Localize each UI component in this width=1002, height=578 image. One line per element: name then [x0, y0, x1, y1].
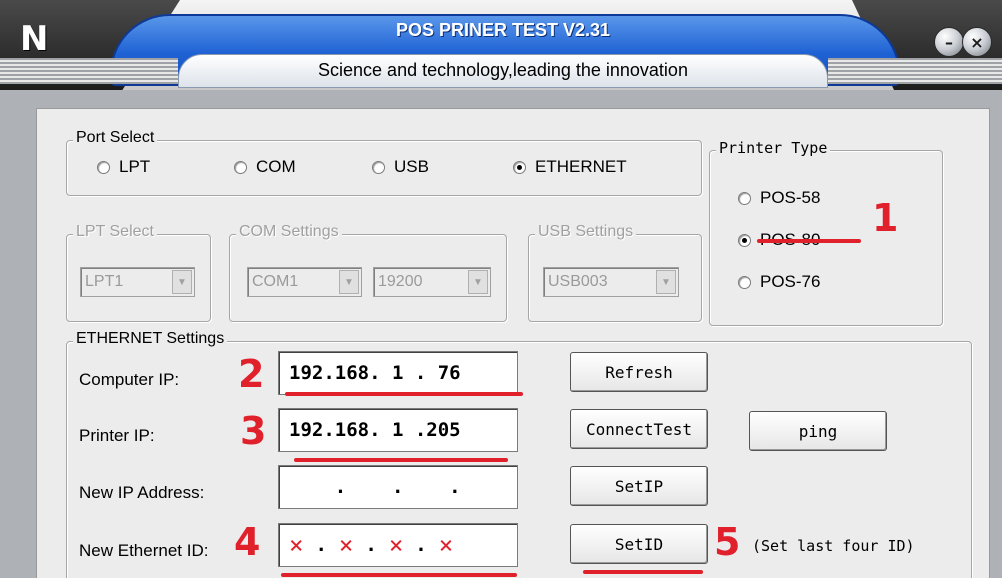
annotation-number-4: 4 [234, 520, 261, 564]
new-ip-address-field[interactable]: . . . [278, 465, 518, 509]
set-id-note: (Set last four ID) [752, 537, 915, 555]
printer-ip-field[interactable]: 192.168. 1 .205 [278, 408, 518, 452]
port-select-group: Port Select LPT COM USB ETHERNET [66, 129, 702, 196]
window-subtitle: Science and technology,leading the innov… [318, 60, 688, 80]
radio-label: LPT [119, 157, 151, 176]
lpt-select-group: LPT Select LPT1 ▼ [66, 223, 211, 322]
radio-lpt[interactable]: LPT [97, 157, 150, 177]
com-settings-group: COM Settings COM1 ▼ 19200 ▼ [229, 223, 507, 322]
radio-label: COM [256, 157, 296, 176]
radio-label: POS-76 [760, 272, 821, 291]
chevron-down-icon[interactable]: ▼ [656, 270, 676, 294]
usb-settings-group: USB Settings USB003 ▼ [528, 223, 702, 322]
new-ip-address-label: New IP Address: [79, 483, 205, 502]
radio-circle [738, 191, 751, 205]
lpt-select-value: LPT1 [85, 273, 124, 290]
annotation-underline-5 [583, 570, 703, 574]
annotation-number-2: 2 [238, 352, 265, 396]
annotation-underline-2 [285, 392, 523, 396]
com-settings-legend: COM Settings [236, 223, 342, 241]
lpt-select-legend: LPT Select [73, 223, 157, 241]
printer-type-legend: Printer Type [716, 139, 831, 157]
annotation-number-1: 1 [872, 196, 899, 240]
radio-ethernet[interactable]: ETHERNET [513, 157, 627, 177]
new-ethernet-id-field[interactable]: × . × . × . × [278, 523, 518, 567]
radio-com[interactable]: COM [234, 157, 296, 177]
id-separator: . [315, 534, 327, 556]
computer-ip-label: Computer IP: [79, 370, 180, 389]
annotation-number-3: 3 [240, 409, 267, 453]
chevron-down-icon[interactable]: ▼ [468, 270, 488, 294]
computer-ip-field[interactable]: 192.168. 1 . 76 [278, 351, 518, 395]
radio-pos-76[interactable]: POS-76 [738, 272, 820, 292]
id-part-4: × [438, 531, 454, 559]
dialog-client-area: Port Select LPT COM USB ETHERNET Printer… [36, 108, 990, 578]
baud-rate-dropdown[interactable]: 19200 ▼ [373, 267, 491, 297]
printer-ip-label: Printer IP: [79, 426, 155, 445]
window-frame: Port Select LPT COM USB ETHERNET Printer… [0, 90, 1002, 578]
new-ethernet-id-label: New Ethernet ID: [79, 541, 209, 560]
title-bar: N POS PRINER TEST V2.31 Science and tech… [0, 0, 1002, 90]
window-title: POS PRINER TEST V2.31 [395, 20, 611, 40]
radio-circle [234, 160, 247, 174]
refresh-button[interactable]: Refresh [570, 352, 708, 392]
id-separator: . [365, 534, 377, 556]
id-part-3: × [388, 531, 404, 559]
annotation-underline-4 [281, 573, 517, 577]
radio-usb[interactable]: USB [372, 157, 429, 177]
lpt-select-dropdown[interactable]: LPT1 ▼ [80, 267, 195, 297]
radio-pos-58[interactable]: POS-58 [738, 188, 820, 208]
chevron-down-icon[interactable]: ▼ [172, 270, 192, 294]
usb-dropdown[interactable]: USB003 ▼ [543, 267, 679, 297]
port-select-legend: Port Select [73, 129, 158, 147]
radio-circle [372, 160, 385, 174]
title-stripes-right [828, 58, 1002, 84]
com-port-value: COM1 [252, 273, 299, 290]
id-separator: . [415, 534, 427, 556]
ping-button[interactable]: ping [749, 411, 887, 451]
radio-circle-selected [738, 233, 751, 247]
minimize-icon[interactable]: – [934, 27, 964, 57]
id-part-2: × [338, 531, 354, 559]
connect-test-button[interactable]: ConnectTest [570, 409, 708, 449]
radio-circle-selected [513, 160, 526, 174]
baud-rate-value: 19200 [378, 273, 423, 290]
title-stripes-left [0, 58, 178, 84]
annotation-underline-3 [294, 458, 508, 462]
radio-circle [97, 160, 110, 174]
radio-circle [738, 275, 751, 289]
chevron-down-icon[interactable]: ▼ [339, 270, 359, 294]
set-ip-button[interactable]: SetIP [570, 466, 708, 506]
radio-label: USB [394, 157, 429, 176]
radio-label: ETHERNET [535, 157, 627, 176]
printer-type-group: Printer Type POS-58 POS-80 POS-76 [709, 139, 943, 326]
com-port-dropdown[interactable]: COM1 ▼ [247, 267, 362, 297]
close-icon[interactable]: × [962, 27, 992, 57]
usb-value: USB003 [548, 273, 608, 290]
ethernet-settings-legend: ETHERNET Settings [73, 330, 228, 348]
annotation-underline-1 [757, 239, 861, 243]
usb-settings-legend: USB Settings [535, 223, 637, 241]
set-id-button[interactable]: SetID [570, 524, 708, 564]
app-logo-icon: N [20, 19, 49, 59]
annotation-number-5: 5 [714, 520, 741, 564]
radio-label: POS-58 [760, 188, 821, 207]
id-part-1: × [289, 531, 304, 559]
